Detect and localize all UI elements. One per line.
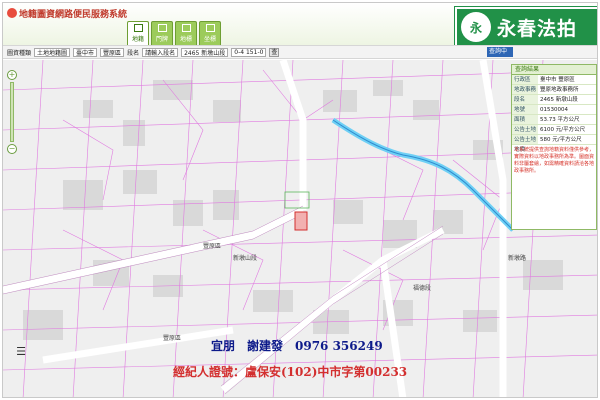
city-select[interactable]: 臺中市 — [73, 47, 98, 57]
zoom-out-button[interactable]: − — [7, 144, 17, 154]
result-row: 公告土地現值6100 元/平方公尺 — [512, 125, 596, 143]
result-row: 公告土地地價 580 元/平方公尺 — [512, 135, 596, 153]
system-title: 地籍圖資網路便民服務系統 — [19, 9, 128, 20]
result-row: 面積 53.73 平方公尺 — [512, 115, 596, 125]
search-toolbar: 圖資種類 土地地籍圖 臺中市 豐原區 段名 請輸入段名 2465 新墩山段 0-… — [3, 45, 597, 59]
brand-name: 永春法拍 — [497, 17, 578, 40]
tab-bar: 地籍 門牌 地標 坐標 — [127, 21, 221, 45]
status-select[interactable]: 查詢中 — [487, 47, 513, 57]
header: 地籍圖資網路便民服務系統 地籍 門牌 地標 坐標 永 永春法拍 — [3, 3, 597, 48]
logo-icon — [7, 8, 17, 18]
result-row: 段名 2465 新墩山段 — [512, 95, 596, 105]
house-icon — [157, 24, 167, 32]
selected-parcel[interactable] — [294, 211, 308, 231]
section-input[interactable]: 請輸入段名 — [142, 47, 179, 57]
crosshair-icon — [205, 24, 215, 32]
result-panel-title: 查詢結果 — [512, 65, 596, 75]
tab-cadastral[interactable]: 地籍 — [127, 21, 149, 45]
system-logo: 地籍圖資網路便民服務系統 — [7, 5, 127, 21]
layers-menu-icon[interactable]: ☰ — [13, 345, 29, 359]
road-label: 豐原區 — [163, 334, 181, 342]
zoom-slider[interactable] — [10, 82, 14, 142]
zoom-control: + − — [7, 68, 19, 156]
district-select[interactable]: 豐原區 — [100, 47, 125, 57]
road-label: 福德段 — [413, 284, 431, 292]
flag-icon — [181, 24, 191, 32]
mode-select[interactable]: 土地地籍圖 — [34, 47, 71, 57]
result-row: 行政區 臺中市 豐原區 — [512, 75, 596, 85]
yongchun-logo-icon: 永 — [461, 12, 491, 42]
tab-coordinate[interactable]: 坐標 — [199, 21, 221, 45]
agent-contact: 宜朋 謝建發 0976 356249 — [211, 339, 383, 353]
cadastral-map[interactable]: 豐原區 新墩山段 豐原區 福德段 新墩路 + − ☰ 查詢結果 行政區 臺中市 豐… — [3, 60, 597, 397]
search-button[interactable]: 查 — [269, 47, 280, 57]
section-select[interactable]: 2465 新墩山段 — [181, 47, 229, 57]
result-note: 本系統提供查詢地籍資料僅供參考，實際資料以地政事務所為準。圖面資料非屬套繪，如需… — [514, 147, 595, 174]
road-label: 新墩路 — [508, 254, 526, 262]
brand-logo: 永 永春法拍 — [454, 6, 597, 48]
app-window: 地籍圖資網路便民服務系統 地籍 門牌 地標 坐標 永 永春法拍 圖資種類 土地地… — [2, 2, 598, 398]
section-label: 段名 — [127, 49, 140, 57]
map-icon — [133, 24, 143, 32]
tab-landmark[interactable]: 地標 — [175, 21, 197, 45]
mode-label: 圖資種類 — [7, 49, 32, 57]
result-row: 地政事務所豐原地政事務所 — [512, 85, 596, 103]
road-label: 豐原區 — [203, 242, 221, 250]
agent-license: 經紀人證號：盧保安(102)中市字第00233 — [173, 365, 408, 379]
road-label: 新墩山段 — [233, 254, 257, 262]
result-row: 地號 01530004 — [512, 105, 596, 115]
result-panel: 查詢結果 行政區臺中市 豐原區 地政事務所豐原地政事務所 段名2465 新墩山段… — [511, 64, 597, 230]
zoom-in-button[interactable]: + — [7, 70, 17, 80]
parcel-number-input[interactable]: 0-4 151-0 — [231, 47, 267, 57]
tab-doorplate[interactable]: 門牌 — [151, 21, 173, 45]
